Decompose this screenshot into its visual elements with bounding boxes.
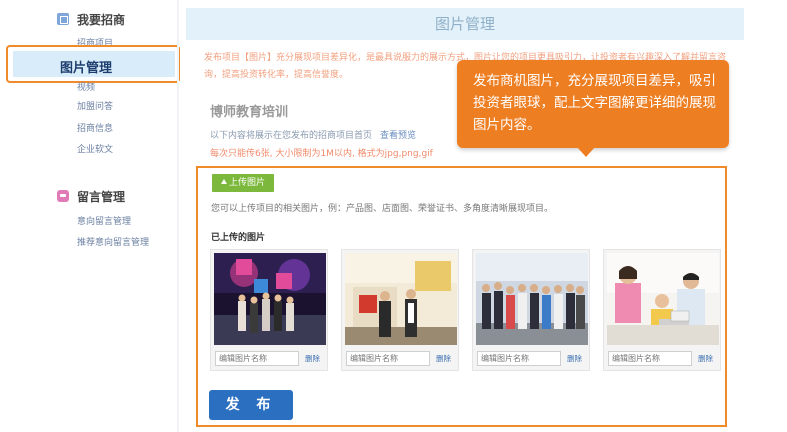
stage-photo[interactable] [214,253,326,345]
section-title-recruit: 我要招商 [77,12,126,27]
section-header-recruit[interactable]: 我要招商 [57,10,125,28]
sidebar-item-articles[interactable]: 企业软文 [77,142,113,155]
upload-arrow-icon [220,179,227,184]
uploaded-images-label: 已上传的图片 [211,233,266,243]
tooltip-arrow [577,147,595,157]
delete-image-link[interactable]: 删除 [305,353,320,364]
tag-icon [57,13,69,25]
sidebar-item-image-management[interactable]: 图片管理 [6,45,180,83]
upload-panel: 上传图片 您可以上传项目的相关图片，例：产品图、店面图、荣誉证书、多角度清晰展现… [196,166,727,427]
image-name-input[interactable] [608,351,692,366]
publish-button[interactable]: 发 布 [209,390,293,420]
preview-link[interactable]: 查看预览 [380,128,416,141]
delete-image-link[interactable]: 删除 [436,353,451,364]
delete-image-link[interactable]: 删除 [698,353,713,364]
sidebar-item-faq[interactable]: 加盟问答 [77,99,113,112]
sidebar-divider [177,0,179,432]
callout-tooltip: 发布商机图片，充分展现项目差异，吸引投资者眼球，配上文字图解更详细的展现图片内容… [457,60,729,148]
image-card: 删除 [603,249,721,371]
section-header-messages[interactable]: 留言管理 [57,187,125,205]
image-card: 删除 [472,249,590,371]
sidebar-item-recommended-messages[interactable]: 推荐意向留言管理 [77,235,149,248]
page-title: 图片管理 [186,8,744,40]
sidebar-item-info[interactable]: 招商信息 [77,121,113,134]
info-text: 以下内容将展示在您发布的招商项目首页 [210,131,373,141]
sidebar: 我要招商 招商项目 图片管理 视频 加盟问答 招商信息 企业软文 留言管理 意向… [0,0,180,432]
upload-button-label: 上传图片 [228,178,265,188]
upload-hint: 您可以上传项目的相关图片，例：产品图、店面图、荣誉证书、多角度清晰展现项目。 [211,204,554,214]
reception-photo[interactable] [345,253,457,345]
section-title-messages: 留言管理 [77,189,126,204]
upload-image-button[interactable]: 上传图片 [212,174,274,192]
sidebar-item-intent-messages[interactable]: 意向留言管理 [77,214,131,227]
sidebar-item-label-active: 图片管理 [60,61,113,76]
image-name-input[interactable] [215,351,299,366]
image-card: 删除 [210,249,328,371]
image-card: 删除 [341,249,459,371]
group-photo[interactable] [476,253,588,345]
image-name-input[interactable] [477,351,561,366]
image-name-input[interactable] [346,351,430,366]
tutoring-photo[interactable] [607,253,719,345]
limit-notice: 每次只能传6张, 大小限制为1M以内, 格式为jpg,png,gif [210,149,433,159]
company-name: 博师教育培训 [210,105,289,120]
sidebar-item-video[interactable]: 视频 [77,80,95,93]
message-icon [57,190,69,202]
delete-image-link[interactable]: 删除 [567,353,582,364]
